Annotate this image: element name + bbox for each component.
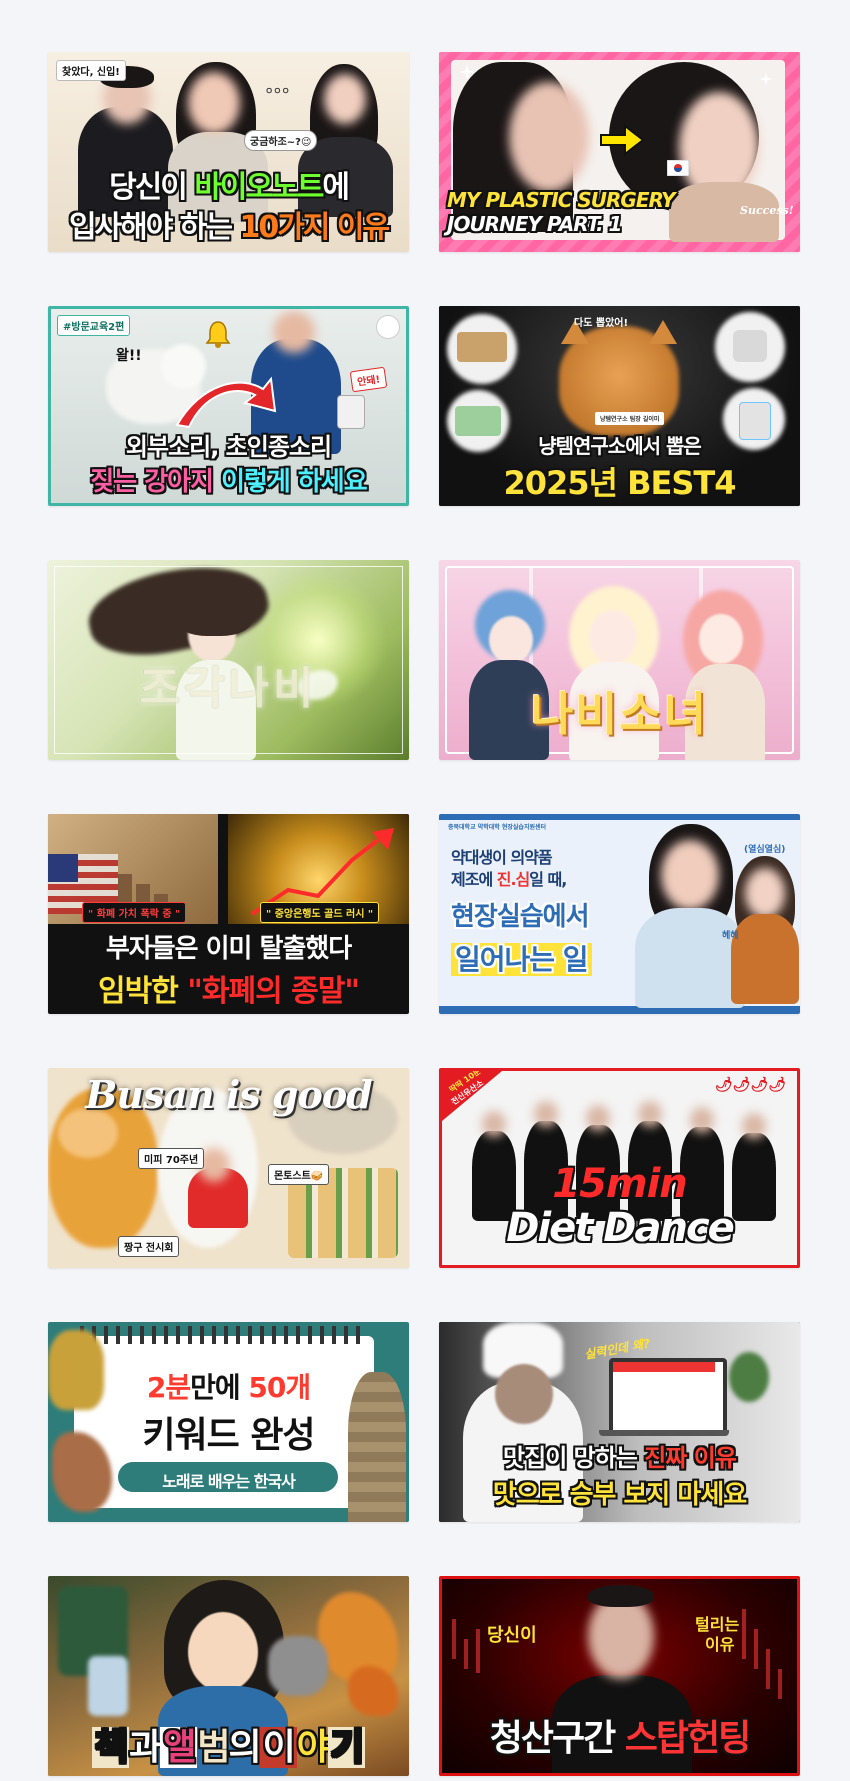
thumbnail-jogak-nabi[interactable]: 조각나비 (48, 560, 409, 760)
thumbnail-bionote[interactable]: 찾았다, 신입! ㅇㅇㅇ 궁금하조~?😉 당신이 바이오노트에 입사해야 하는 … (48, 52, 409, 252)
title-line-3: 현장실습에서 (451, 902, 590, 932)
left-caption: 당신이 (487, 1625, 537, 1646)
sparkle-icon (759, 72, 773, 86)
title-line-2: 2025년 BEST4 (503, 464, 736, 502)
title-line-1: 부자들은 이미 탈출했다 (105, 934, 352, 964)
cat-name-tag: 냥템연구소 팀장 길이미 (595, 412, 665, 425)
title-line-2: 짖는 강아지 이렇게 하세요 (90, 467, 367, 497)
thumbnail-korean-history[interactable]: 2분만에 50개 키워드 완성 노래로 배우는 한국사 (48, 1322, 409, 1522)
blurred-face (273, 311, 315, 353)
pill-label: 노래로 배우는 한국사 (162, 1472, 296, 1491)
title-line-2: 맛으로 승부 보지 마세요 (492, 1480, 747, 1510)
title-line-2: 키워드 완성 (142, 1415, 315, 1456)
illustrated-face (188, 1612, 258, 1692)
title-line-2: Diet Dance (506, 1205, 735, 1251)
title-line-4: 일어나는 일 (451, 938, 800, 978)
title-line-1: 당신이 바이오노트에 (109, 170, 350, 205)
title-line-1: 외부소리, 초인종소리 (125, 433, 332, 461)
org-label: 충북대학교 약학대학 현장실습지원센터 (448, 824, 547, 831)
thumbnail-currency-end[interactable]: " 화폐 가치 폭락 중 " " 중앙은행도 골드 러시 " 부자들은 이미 탈… (48, 814, 409, 1014)
success-badge: Success! (740, 204, 794, 217)
thumbnail-grid: 찾았다, 신입! ㅇㅇㅇ 궁금하조~?😉 당신이 바이오노트에 입사해야 하는 … (48, 52, 800, 1776)
thumbnail-nabi-sonyeo[interactable]: 나비소녀 (439, 560, 800, 760)
plant (729, 1352, 769, 1402)
statue-head (268, 1636, 328, 1696)
title-line-1: 15min (552, 1161, 688, 1207)
title-line-1: 2분만에 50개 (146, 1371, 311, 1404)
blurred-face (324, 74, 366, 124)
title: 조각나비 (139, 663, 318, 714)
dots-label: ㅇㅇㅇ (265, 87, 290, 97)
yellow-arrow-icon (600, 124, 645, 156)
right-caption-2: 이유 (705, 1635, 735, 1654)
bottle (88, 1656, 128, 1716)
sparkle-icon (459, 64, 475, 80)
bark-label: 왈!! (116, 348, 142, 364)
spiral-binding-icon (80, 1326, 368, 1344)
label-toast: 몬토스트🥪 (268, 1164, 330, 1185)
title: Busan is good (85, 1072, 373, 1117)
channel-logo (376, 315, 400, 339)
cat-caption: 다도 뽑았어! (574, 318, 629, 329)
red-arrow-icon (175, 376, 277, 429)
thumbnail-plastic-surgery[interactable]: MY PLASTIC SURGERY JOURNEY PART. 1 Succe… (439, 52, 800, 252)
thumbnail-liquidation[interactable]: 당신이 털리는 이유 청산구간 스탑헌팅 (439, 1576, 800, 1776)
illustrated-face (489, 616, 533, 664)
illustrated-face (699, 614, 743, 664)
tag-top: 찾았다, 신입! (56, 60, 126, 81)
thumbnail-diet-dance[interactable]: 딱딱 10분 전신유산소 🌶🌶🌶🌶 15min Diet Dance (439, 1068, 800, 1268)
tag-devaluation: " 화폐 가치 폭락 중 " (82, 902, 187, 923)
title: 청산구간 스탑헌팅 (489, 1718, 752, 1759)
speech-bubble: 궁금하조~?😉 (244, 130, 318, 151)
bell-icon (205, 321, 231, 348)
title-line-1: 약대생이 의약품 (451, 848, 553, 867)
korean-flag-icon (667, 160, 689, 176)
title-line-1: 맛집이 망하는 진짜 이유 (503, 1444, 737, 1472)
title: 나비소녀 (530, 687, 709, 741)
title: 책과앨범의이야기 (48, 1718, 409, 1770)
pepper-icon: 🌶🌶🌶🌶 (714, 1077, 786, 1093)
intercom (337, 395, 365, 429)
blurred-face (509, 82, 589, 192)
title-line-2: 입사해야 하는 10가지 이유 (68, 210, 390, 245)
title-line-2: 임박한 "화폐의 종말" (98, 974, 360, 1009)
thumbnail-pharmacy-practice[interactable]: 충북대학교 약학대학 현장실습지원센터 (열심열심) 헤헤 약대생이 의약품 제… (439, 814, 800, 1014)
thumbnail-busan[interactable]: Busan is good 미피 70주년 몬토스트🥪 짱구 전시회 (48, 1068, 409, 1268)
hashtag-label: #방문교육2편 (57, 315, 131, 336)
blurred-face (188, 72, 240, 134)
label-miffy: 미피 70주년 (138, 1148, 205, 1169)
illustrated-face (589, 610, 637, 664)
thumbnail-cat-best4[interactable]: 다도 뽑았어! 냥템연구소 팀장 길이미 냥템연구소에서 뽑은 2025년 BE… (439, 306, 800, 506)
thumbnail-book-album[interactable]: 책과앨범의이야기 (48, 1576, 409, 1776)
thumbnail-restaurant[interactable]: 실력인데 왜? 맛집이 망하는 진짜 이유 맛으로 승부 보지 마세요 (439, 1322, 800, 1522)
chef-face (495, 1364, 553, 1424)
title-line-2: 제조에 진.심일 때, (451, 870, 567, 889)
thumbnail-dog-training[interactable]: #방문교육2편 왈!! 안돼! 외부소리, 초인종소리 짖는 강아지 이렇게 하… (48, 306, 409, 506)
label-jjanggu: 짱구 전시회 (118, 1236, 180, 1257)
title-line-1: 냥템연구소에서 뽑은 (538, 434, 702, 458)
tag-gold-rush: " 중앙은행도 골드 러시 " (260, 902, 380, 923)
